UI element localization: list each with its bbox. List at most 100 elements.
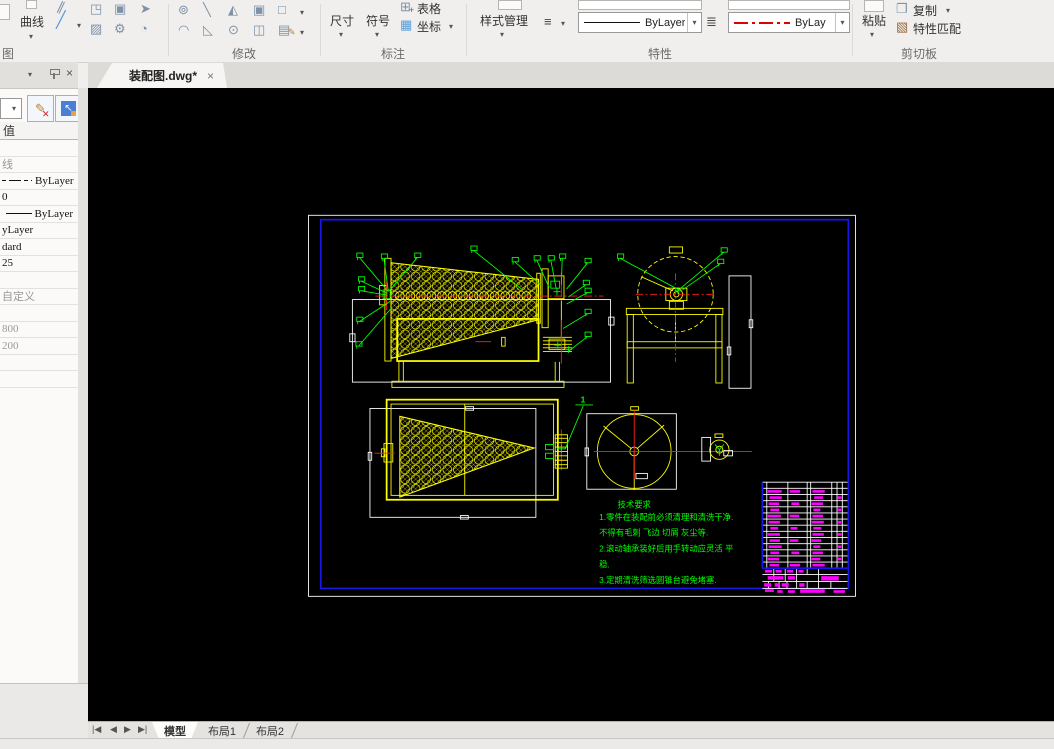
linetype-sample bbox=[584, 22, 640, 23]
first-sheet-icon[interactable]: |◀ bbox=[92, 724, 101, 735]
property-row[interactable]: 线 bbox=[0, 157, 78, 173]
property-row[interactable]: 200 bbox=[0, 338, 78, 355]
property-row[interactable]: ByLayer bbox=[0, 206, 78, 223]
modify-row2-dropdown-icon[interactable]: ▾ bbox=[300, 28, 304, 37]
region-icon[interactable]: ◳ bbox=[90, 2, 102, 15]
pin-icon[interactable] bbox=[49, 68, 60, 79]
scale-icon[interactable]: ◺ bbox=[203, 23, 213, 36]
properties-palette-header: ▾ × bbox=[0, 62, 78, 88]
layer-list-icon[interactable]: ≡ bbox=[544, 15, 552, 28]
trim-icon[interactable]: ╲ bbox=[203, 3, 211, 16]
linetype2-combo[interactable]: ByLay ▾ bbox=[728, 12, 850, 33]
linetype-combo-arrow-icon[interactable]: ▾ bbox=[687, 13, 701, 32]
symbol-button[interactable]: 符号 bbox=[362, 12, 394, 29]
table-button[interactable]: 表格 bbox=[417, 0, 441, 17]
wheel-view bbox=[584, 406, 752, 491]
property-row[interactable]: yLayer bbox=[0, 223, 78, 239]
fillet-icon[interactable]: ◠ bbox=[178, 23, 189, 36]
panel-label-properties: 特性 bbox=[647, 47, 672, 61]
property-row[interactable]: 自定义 bbox=[0, 289, 78, 305]
spline-icon[interactable]: ➤ bbox=[140, 2, 151, 15]
tech-line-1: 1.零件在装配前必须清理和清洗干净. bbox=[599, 512, 733, 522]
property-row[interactable]: dard bbox=[0, 239, 78, 256]
palette-menu-icon[interactable]: ▾ bbox=[28, 70, 32, 79]
tab-layout2[interactable]: 布局2 bbox=[248, 722, 292, 739]
array-icon[interactable]: ◫ bbox=[253, 23, 265, 36]
copy-dropdown-icon[interactable]: ▾ bbox=[946, 6, 950, 15]
curve-dropdown-icon[interactable]: ▾ bbox=[29, 32, 33, 41]
rotate-icon[interactable]: ⊙ bbox=[228, 23, 239, 36]
lineweight-icon[interactable]: ≣ bbox=[706, 15, 717, 28]
edit-delete-button[interactable]: ✎ ✕ bbox=[27, 95, 54, 122]
property-row[interactable] bbox=[0, 305, 78, 322]
drawing-canvas[interactable]: 1 技术要求 1.零件在装配前必须清理和清洗干净. 不得有毛刺 飞边 切屑 灰尘… bbox=[88, 88, 1054, 721]
tech-requirements: 技术要求 1.零件在装配前必须清理和清洗干净. 不得有毛刺 飞边 切屑 灰尘等.… bbox=[599, 500, 733, 586]
style-manager-dropdown-icon[interactable]: ▾ bbox=[500, 30, 504, 39]
linetype2-combo-arrow-icon[interactable]: ▾ bbox=[835, 13, 849, 32]
gear-icon[interactable]: ⚙ bbox=[114, 22, 126, 35]
top-view bbox=[367, 398, 568, 520]
clipped-tool-icon[interactable] bbox=[0, 4, 10, 20]
line-dropdown-icon[interactable]: ▾ bbox=[77, 21, 81, 30]
coordinate-dropdown-icon[interactable]: ▾ bbox=[449, 22, 453, 31]
document-tab-close-icon[interactable]: × bbox=[207, 69, 214, 83]
last-sheet-icon[interactable]: ▶| bbox=[138, 724, 147, 735]
panel-label-clipboard: 剪切板 bbox=[900, 47, 937, 61]
line-tool-icon[interactable]: ╱ bbox=[56, 13, 66, 29]
palette-combo[interactable]: ▾ bbox=[0, 98, 22, 119]
section-label: 1 bbox=[575, 394, 593, 406]
cad-drawing: 1 技术要求 1.零件在装配前必须清理和清洗干净. 不得有毛刺 飞边 切屑 灰尘… bbox=[308, 214, 856, 597]
mirror-icon[interactable]: ◭ bbox=[228, 3, 238, 16]
symbol-dropdown-icon[interactable]: ▾ bbox=[375, 30, 379, 39]
document-tab[interactable]: 装配图.dwg* × bbox=[97, 63, 227, 88]
table-plus-icon: + bbox=[409, 5, 415, 15]
palette-footer bbox=[0, 683, 88, 739]
paste-dropdown-icon[interactable]: ▾ bbox=[870, 30, 874, 39]
paste-button[interactable]: 粘贴 bbox=[854, 12, 894, 29]
front-view bbox=[349, 257, 615, 388]
hatch-icon[interactable]: ▨ bbox=[90, 22, 102, 35]
linetype-combo[interactable]: ByLayer ▾ bbox=[578, 12, 702, 33]
offset-icon[interactable]: ▣ bbox=[253, 3, 265, 16]
tab-model[interactable]: 模型 bbox=[152, 722, 198, 739]
match-properties-icon: ▧ bbox=[896, 19, 909, 34]
document-tab-title: 装配图.dwg* bbox=[129, 69, 197, 83]
property-row[interactable] bbox=[0, 140, 78, 157]
copy-button[interactable]: 复制 bbox=[913, 2, 937, 19]
panel-label-draw: 图 bbox=[2, 47, 15, 61]
palette-close-icon[interactable]: × bbox=[66, 66, 73, 80]
property-row[interactable]: 25 bbox=[0, 256, 78, 272]
property-row[interactable] bbox=[0, 371, 78, 388]
curve-button[interactable]: 曲线 bbox=[12, 13, 52, 30]
bom-text-blobs bbox=[764, 490, 845, 593]
property-row[interactable]: 0 bbox=[0, 190, 78, 206]
property-row[interactable]: ByLayer bbox=[0, 173, 78, 190]
copy-object-icon[interactable]: ⊚ bbox=[178, 3, 189, 16]
dimension-button[interactable]: 尺寸 bbox=[326, 12, 358, 29]
tab-layout1[interactable]: 布局1 bbox=[200, 722, 244, 739]
style-manager-button[interactable]: 样式管理 bbox=[472, 12, 536, 29]
clipped-combo-2[interactable] bbox=[728, 0, 850, 10]
match-properties-button[interactable]: 特性匹配 bbox=[913, 20, 961, 37]
next-sheet-icon[interactable]: ▶ bbox=[124, 724, 131, 735]
coordinate-button[interactable]: 坐标 bbox=[417, 18, 441, 35]
prev-sheet-icon[interactable]: ◀ bbox=[110, 724, 117, 735]
clipped-curve-icon bbox=[26, 0, 37, 9]
section-label-text: 1 bbox=[581, 394, 586, 404]
property-row[interactable]: 800 bbox=[0, 322, 78, 338]
palette-toolbar: ▾ ✎ ✕ ↖ bbox=[0, 94, 82, 124]
modify-row1-dropdown-icon[interactable]: ▾ bbox=[300, 8, 304, 17]
pie-icon[interactable]: ◔ bbox=[140, 22, 148, 35]
clipped-paste-icon bbox=[864, 0, 884, 12]
block-icon[interactable]: ▣ bbox=[114, 2, 126, 15]
panel-label-annotate: 标注 bbox=[380, 47, 405, 61]
ribbon: 曲线 ▾ ∥ ╱ ▾ ◳ ▣ ➤ ▨ ⚙ ◔ 图 ⊚ ╲ ◭ ▣ □ ▾ ◠ ◺… bbox=[0, 0, 1054, 63]
linetype2-sample bbox=[734, 21, 790, 24]
coordinate-icon: ▦ bbox=[400, 17, 413, 32]
property-row[interactable] bbox=[0, 272, 78, 289]
clipped-color-combo[interactable] bbox=[578, 0, 702, 10]
layer-dropdown-icon[interactable]: ▾ bbox=[561, 19, 565, 28]
dimension-dropdown-icon[interactable]: ▾ bbox=[339, 30, 343, 39]
property-row[interactable] bbox=[0, 355, 78, 371]
rectangle-tool-icon[interactable]: □ bbox=[278, 3, 286, 16]
